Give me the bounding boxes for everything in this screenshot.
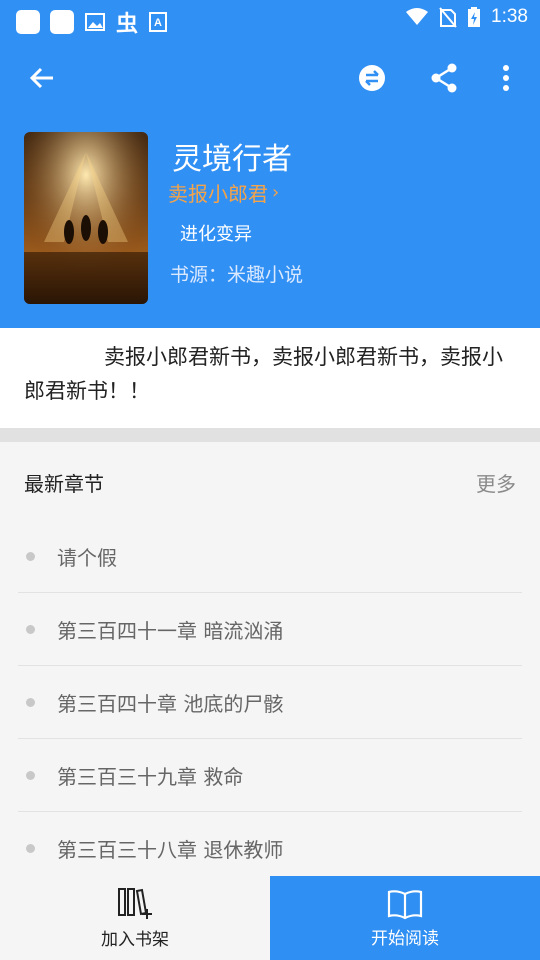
translate-icon: A	[149, 12, 168, 32]
chapter-list: 请个假 第三百四十一章 暗流汹涌 第三百四十章 池底的尸骸 第三百三十九章 救命…	[18, 520, 522, 885]
bullet-icon	[26, 770, 35, 780]
wifi-icon	[406, 8, 429, 25]
book-cover[interactable]	[24, 132, 148, 304]
switch-source-button[interactable]	[350, 56, 394, 100]
bullet-icon	[26, 551, 35, 561]
add-to-shelf-button[interactable]: 加入书架	[0, 876, 270, 960]
image-icon	[85, 13, 105, 31]
chapter-item[interactable]: 请个假	[18, 520, 522, 593]
open-book-icon	[387, 889, 423, 919]
share-button[interactable]	[422, 56, 466, 100]
battery-charging-icon	[468, 7, 481, 27]
more-chapters-link[interactable]: 更多	[476, 468, 516, 497]
book-header: 灵境行者 卖报小郎君 › 进化变异 书源：米趣小说	[0, 120, 540, 328]
chevron-right-icon: ›	[272, 182, 280, 203]
more-vertical-icon	[503, 65, 509, 91]
intro-text: 卖报小郎君新书，卖报小郎君新书，卖报小郎君新书！！	[24, 345, 503, 403]
chapter-item[interactable]: 第三百四十一章 暗流汹涌	[18, 593, 522, 666]
bug-icon: 虫	[116, 12, 139, 37]
book-source[interactable]: 书源：米趣小说	[170, 260, 303, 287]
system-icons: 1:38	[405, 6, 528, 28]
arrow-left-icon	[29, 67, 53, 89]
bottom-action-bar: 加入书架 开始阅读	[0, 876, 540, 960]
add-to-shelf-label: 加入书架	[101, 929, 169, 950]
bullet-icon	[26, 624, 35, 634]
chapter-item[interactable]: 第三百三十九章 救命	[18, 739, 522, 812]
app-notification-icon	[16, 10, 40, 34]
chapter-title: 第三百四十一章 暗流汹涌	[57, 618, 284, 643]
chapter-item[interactable]: 第三百三十八章 退休教师	[18, 812, 522, 885]
bullet-icon	[26, 697, 35, 707]
cover-art	[24, 132, 148, 304]
notification-icons: 虫 A	[16, 6, 168, 38]
svg-text:A: A	[154, 17, 162, 29]
bullet-icon	[26, 844, 35, 853]
bookshelf-add-icon	[118, 887, 152, 919]
share-icon	[431, 63, 457, 93]
status-bar: 虫 A 1:38	[0, 0, 540, 38]
start-reading-label: 开始阅读	[371, 928, 439, 949]
section-divider	[0, 428, 540, 442]
app-notification-icon	[50, 10, 74, 34]
back-button[interactable]	[20, 56, 64, 100]
book-tag: 进化变异	[180, 224, 252, 245]
clock: 1:38	[491, 6, 528, 27]
chapter-title: 请个假	[57, 545, 117, 570]
author-name: 卖报小郎君	[168, 182, 268, 206]
more-menu-button[interactable]	[484, 56, 528, 100]
author-link[interactable]: 卖报小郎君 ›	[168, 178, 279, 207]
chapter-item[interactable]: 第三百四十章 池底的尸骸	[18, 666, 522, 739]
book-intro: 卖报小郎君新书，卖报小郎君新书，卖报小郎君新书！！	[0, 328, 540, 428]
chapter-title: 第三百三十九章 救命	[57, 764, 244, 789]
latest-chapters: 最新章节 更多 请个假 第三百四十一章 暗流汹涌 第三百四十章 池底的尸骸 第三…	[0, 442, 540, 876]
book-title: 灵境行者	[172, 142, 292, 177]
no-sim-icon	[439, 7, 457, 28]
chapter-title: 第三百四十章 池底的尸骸	[57, 691, 284, 716]
start-reading-button[interactable]: 开始阅读	[270, 876, 540, 960]
switch-source-icon	[359, 65, 385, 91]
chapter-title: 第三百三十八章 退休教师	[57, 838, 284, 862]
toolbar	[0, 36, 540, 120]
chapters-header: 最新章节	[24, 472, 104, 496]
